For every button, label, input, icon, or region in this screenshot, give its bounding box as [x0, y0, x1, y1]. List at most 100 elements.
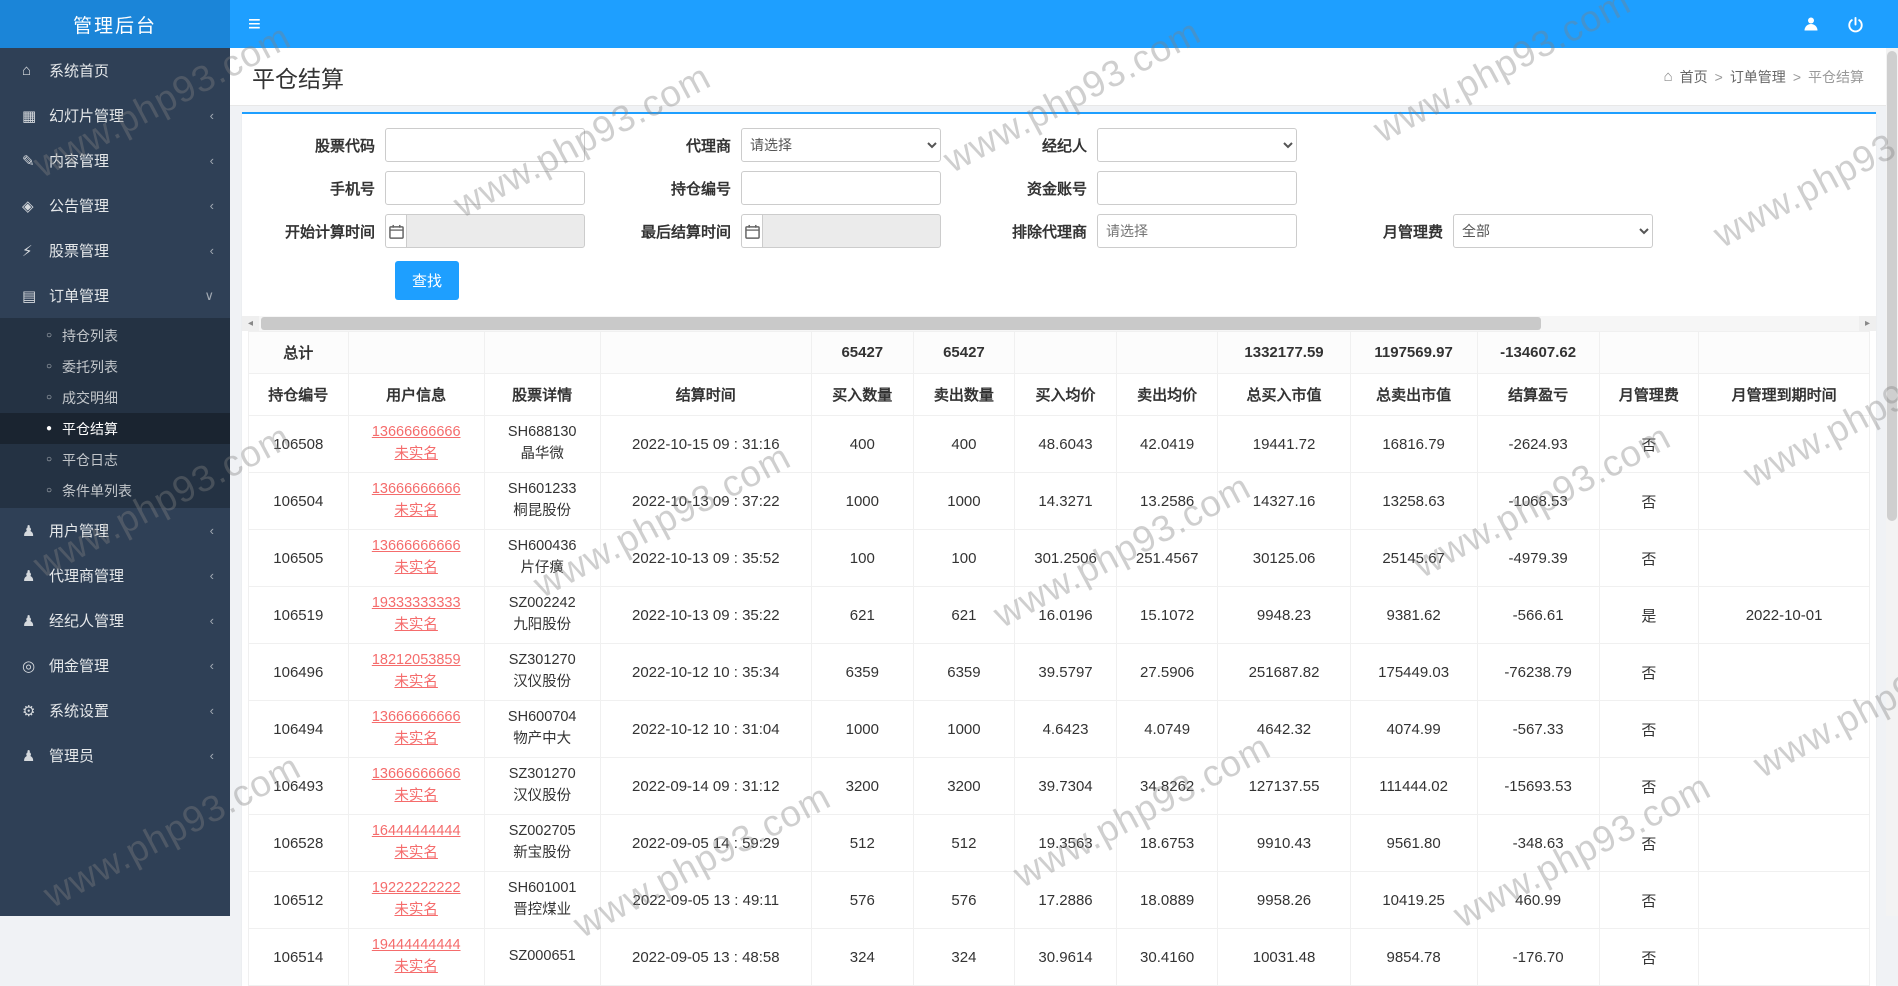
pnl-cell: -566.61: [1477, 587, 1599, 644]
phone-input[interactable]: [385, 171, 585, 205]
sidebar-item-brokers[interactable]: ♟经纪人管理‹: [0, 598, 230, 643]
stock-code: SH600704: [489, 707, 596, 729]
user-verify-link[interactable]: 未实名: [353, 729, 480, 751]
column-header: 月管理费: [1599, 374, 1699, 416]
user-phone-link[interactable]: 13666666666: [353, 536, 480, 558]
sidebar-item-orders[interactable]: ▤订单管理∨: [0, 273, 230, 318]
fee-due-cell: [1699, 815, 1870, 872]
vertical-scrollbar[interactable]: [1886, 48, 1898, 916]
phone-label: 手机号: [257, 178, 385, 199]
user-info-cell: 13666666666未实名: [348, 758, 484, 815]
user-phone-link[interactable]: 13666666666: [353, 479, 480, 501]
stock-code: SH688130: [489, 422, 596, 444]
summary-cell: [1599, 332, 1699, 374]
monthly-fee-select[interactable]: 全部: [1453, 214, 1653, 248]
user-phone-link[interactable]: 16444444444: [353, 821, 480, 843]
sidebar-subitem-deal-detail[interactable]: ○成交明细: [0, 382, 230, 413]
breadcrumb-section-link[interactable]: 订单管理: [1730, 67, 1786, 87]
column-header: 股票详情: [484, 374, 600, 416]
stock-name: 晋控煤业: [489, 900, 596, 922]
buy-value-cell: 127137.55: [1218, 758, 1350, 815]
fee-due-cell: [1699, 530, 1870, 587]
sidebar-subitem-condition-list[interactable]: ○条件单列表: [0, 475, 230, 506]
sell-qty-cell: 400: [913, 416, 1015, 473]
chevron-left-icon: ‹: [210, 108, 214, 123]
user-phone-link[interactable]: 18212053859: [353, 650, 480, 672]
user-phone-link[interactable]: 13666666666: [353, 707, 480, 729]
user-phone-link[interactable]: 19333333333: [353, 593, 480, 615]
sidebar-item-admins[interactable]: ♟管理员‹: [0, 733, 230, 778]
buy-value-cell: 9958.26: [1218, 872, 1350, 929]
header-row: 持仓编号用户信息股票详情结算时间买入数量卖出数量买入均价卖出均价总买入市值总卖出…: [249, 374, 1870, 416]
agent-select[interactable]: 请选择: [741, 128, 941, 162]
user-phone-link[interactable]: 19444444444: [353, 935, 480, 957]
user-phone-link[interactable]: 13666666666: [353, 764, 480, 786]
admin-icon: ♟: [22, 747, 49, 765]
breadcrumb-home-link[interactable]: 首页: [1680, 67, 1708, 87]
sidebar-item-agents[interactable]: ♟代理商管理‹: [0, 553, 230, 598]
sidebar-subitem-entrust-list[interactable]: ○委托列表: [0, 351, 230, 382]
buy-qty-cell: 512: [811, 815, 913, 872]
position-no-input[interactable]: [741, 171, 941, 205]
sidebar-item-slides[interactable]: ▦幻灯片管理‹: [0, 93, 230, 138]
vertical-scroll-thumb[interactable]: [1887, 51, 1897, 521]
broker-label: 经纪人: [969, 135, 1097, 156]
exclude-agent-input[interactable]: [1097, 214, 1297, 248]
start-time-input[interactable]: [406, 214, 585, 248]
stock-detail-cell: SH688130晶华微: [484, 416, 600, 473]
end-time-group: [741, 214, 941, 248]
stock-detail-cell: SH600704物产中大: [484, 701, 600, 758]
sidebar-item-stock[interactable]: ⚡股票管理‹: [0, 228, 230, 273]
summary-cell: 65427: [811, 332, 913, 374]
user-info-cell: 13666666666未实名: [348, 416, 484, 473]
user-verify-link[interactable]: 未实名: [353, 672, 480, 694]
column-header: 结算盈亏: [1477, 374, 1599, 416]
sidebar-item-home[interactable]: ⌂系统首页: [0, 48, 230, 93]
horizontal-scrollbar[interactable]: ◂ ▸: [242, 316, 1876, 331]
user-icon: ♟: [22, 612, 49, 630]
user-verify-link[interactable]: 未实名: [353, 558, 480, 580]
sidebar-item-users[interactable]: ♟用户管理‹: [0, 508, 230, 553]
buy-qty-cell: 621: [811, 587, 913, 644]
user-verify-link[interactable]: 未实名: [353, 900, 480, 922]
scroll-thumb[interactable]: [261, 317, 1541, 330]
sidebar-item-label: 代理商管理: [49, 565, 124, 586]
sidebar-subitem-label: 平仓结算: [62, 419, 118, 439]
user-phone-link[interactable]: 13666666666: [353, 422, 480, 444]
announce-icon: ◈: [22, 197, 49, 215]
power-icon[interactable]: [1847, 16, 1864, 33]
scroll-track[interactable]: [259, 316, 1859, 331]
monthly-fee-cell: 否: [1599, 701, 1699, 758]
calendar-icon[interactable]: [741, 214, 762, 248]
sidebar-item-content[interactable]: ✎内容管理‹: [0, 138, 230, 183]
scroll-right-arrow-icon[interactable]: ▸: [1859, 316, 1876, 331]
user-verify-link[interactable]: 未实名: [353, 786, 480, 808]
user-verify-link[interactable]: 未实名: [353, 957, 480, 979]
sell-avg-cell: 18.6753: [1116, 815, 1218, 872]
buy-avg-cell: 17.2886: [1015, 872, 1117, 929]
user-verify-link[interactable]: 未实名: [353, 843, 480, 865]
sidebar-subitem-close-settle[interactable]: ●平仓结算: [0, 413, 230, 444]
search-button[interactable]: 查找: [395, 261, 459, 300]
chevron-down-icon: ∨: [204, 288, 214, 304]
user-verify-link[interactable]: 未实名: [353, 444, 480, 466]
user-phone-link[interactable]: 19222222222: [353, 878, 480, 900]
sidebar-subitem-close-log[interactable]: ○平仓日志: [0, 444, 230, 475]
user-verify-link[interactable]: 未实名: [353, 615, 480, 637]
scroll-left-arrow-icon[interactable]: ◂: [242, 316, 259, 331]
column-header: 卖出均价: [1116, 374, 1218, 416]
calendar-icon[interactable]: [385, 214, 406, 248]
sidebar-item-settings[interactable]: ⚙系统设置‹: [0, 688, 230, 733]
sidebar-subitem-position-list[interactable]: ○持仓列表: [0, 320, 230, 351]
end-time-input[interactable]: [762, 214, 941, 248]
user-icon[interactable]: [1803, 16, 1819, 32]
fund-account-input[interactable]: [1097, 171, 1297, 205]
buy-qty-cell: 1000: [811, 473, 913, 530]
menu-toggle-icon[interactable]: ≡: [230, 0, 279, 48]
sidebar-item-notice[interactable]: ◈公告管理‹: [0, 183, 230, 228]
user-verify-link[interactable]: 未实名: [353, 501, 480, 523]
column-header: 买入数量: [811, 374, 913, 416]
stock-code-input[interactable]: [385, 128, 585, 162]
broker-select[interactable]: [1097, 128, 1297, 162]
sidebar-item-commission[interactable]: ◎佣金管理‹: [0, 643, 230, 688]
